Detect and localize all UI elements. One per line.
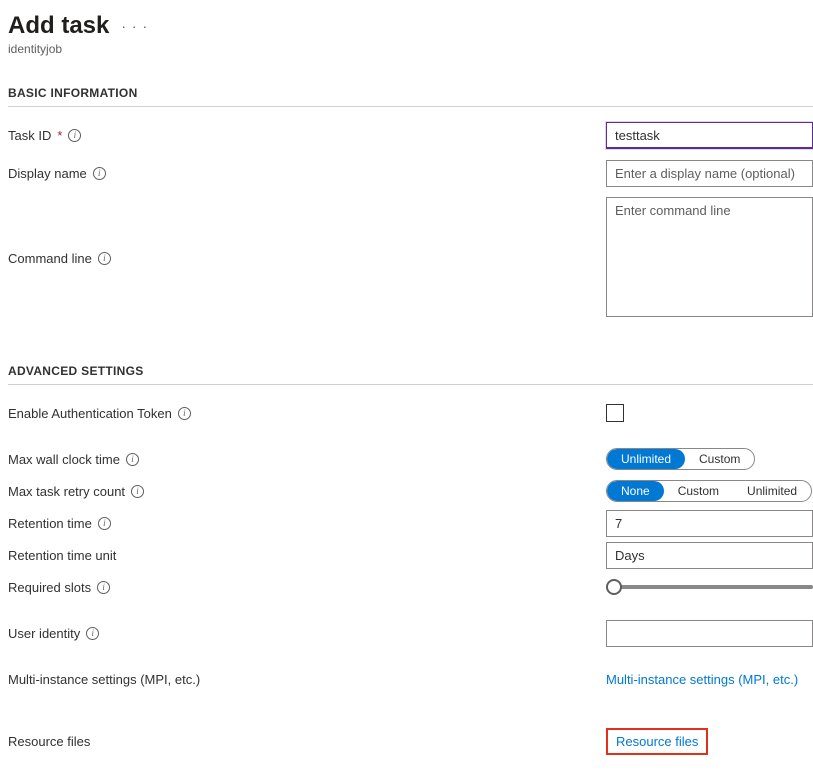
info-icon[interactable]: i	[98, 252, 111, 265]
page-title: Add task	[8, 12, 109, 40]
command-line-label: Command line	[8, 251, 92, 266]
resource-files-label: Resource files	[8, 734, 90, 749]
info-icon[interactable]: i	[86, 627, 99, 640]
retention-time-unit-select[interactable]: Days	[606, 542, 813, 569]
slider-track	[606, 585, 813, 589]
pill-custom[interactable]: Custom	[664, 481, 733, 501]
info-icon[interactable]: i	[68, 129, 81, 142]
required-slots-label: Required slots	[8, 580, 91, 595]
section-advanced-settings: ADVANCED SETTINGS	[8, 364, 813, 385]
section-basic-information: BASIC INFORMATION	[8, 86, 813, 107]
task-id-label: Task ID	[8, 128, 51, 143]
max-wall-clock-toggle: Unlimited Custom	[606, 448, 755, 470]
info-icon[interactable]: i	[97, 581, 110, 594]
required-slots-slider[interactable]	[606, 577, 813, 597]
resource-files-link[interactable]: Resource files	[606, 728, 708, 755]
enable-auth-token-checkbox[interactable]	[606, 404, 624, 422]
max-retry-count-toggle: None Custom Unlimited	[606, 480, 812, 502]
pill-custom[interactable]: Custom	[685, 449, 754, 469]
info-icon[interactable]: i	[93, 167, 106, 180]
retention-time-unit-label: Retention time unit	[8, 548, 116, 563]
multi-instance-settings-label: Multi-instance settings (MPI, etc.)	[8, 672, 200, 687]
max-wall-clock-label: Max wall clock time	[8, 452, 120, 467]
pill-unlimited[interactable]: Unlimited	[607, 449, 685, 469]
user-identity-label: User identity	[8, 626, 80, 641]
info-icon[interactable]: i	[131, 485, 144, 498]
display-name-label: Display name	[8, 166, 87, 181]
info-icon[interactable]: i	[178, 407, 191, 420]
breadcrumb-subtitle: identityjob	[8, 42, 813, 56]
command-line-input[interactable]	[606, 197, 813, 317]
retention-time-label: Retention time	[8, 516, 92, 531]
retention-time-input[interactable]	[606, 510, 813, 537]
required-asterisk: *	[57, 128, 62, 143]
task-id-input[interactable]	[606, 122, 813, 149]
pill-unlimited[interactable]: Unlimited	[733, 481, 811, 501]
user-identity-select[interactable]	[606, 620, 813, 647]
info-icon[interactable]: i	[98, 517, 111, 530]
more-icon[interactable]: · · ·	[121, 18, 148, 34]
display-name-input[interactable]	[606, 160, 813, 187]
enable-auth-token-label: Enable Authentication Token	[8, 406, 172, 421]
max-retry-count-label: Max task retry count	[8, 484, 125, 499]
info-icon[interactable]: i	[126, 453, 139, 466]
multi-instance-settings-link[interactable]: Multi-instance settings (MPI, etc.)	[606, 672, 798, 687]
slider-thumb[interactable]	[606, 579, 622, 595]
pill-none[interactable]: None	[607, 481, 664, 501]
